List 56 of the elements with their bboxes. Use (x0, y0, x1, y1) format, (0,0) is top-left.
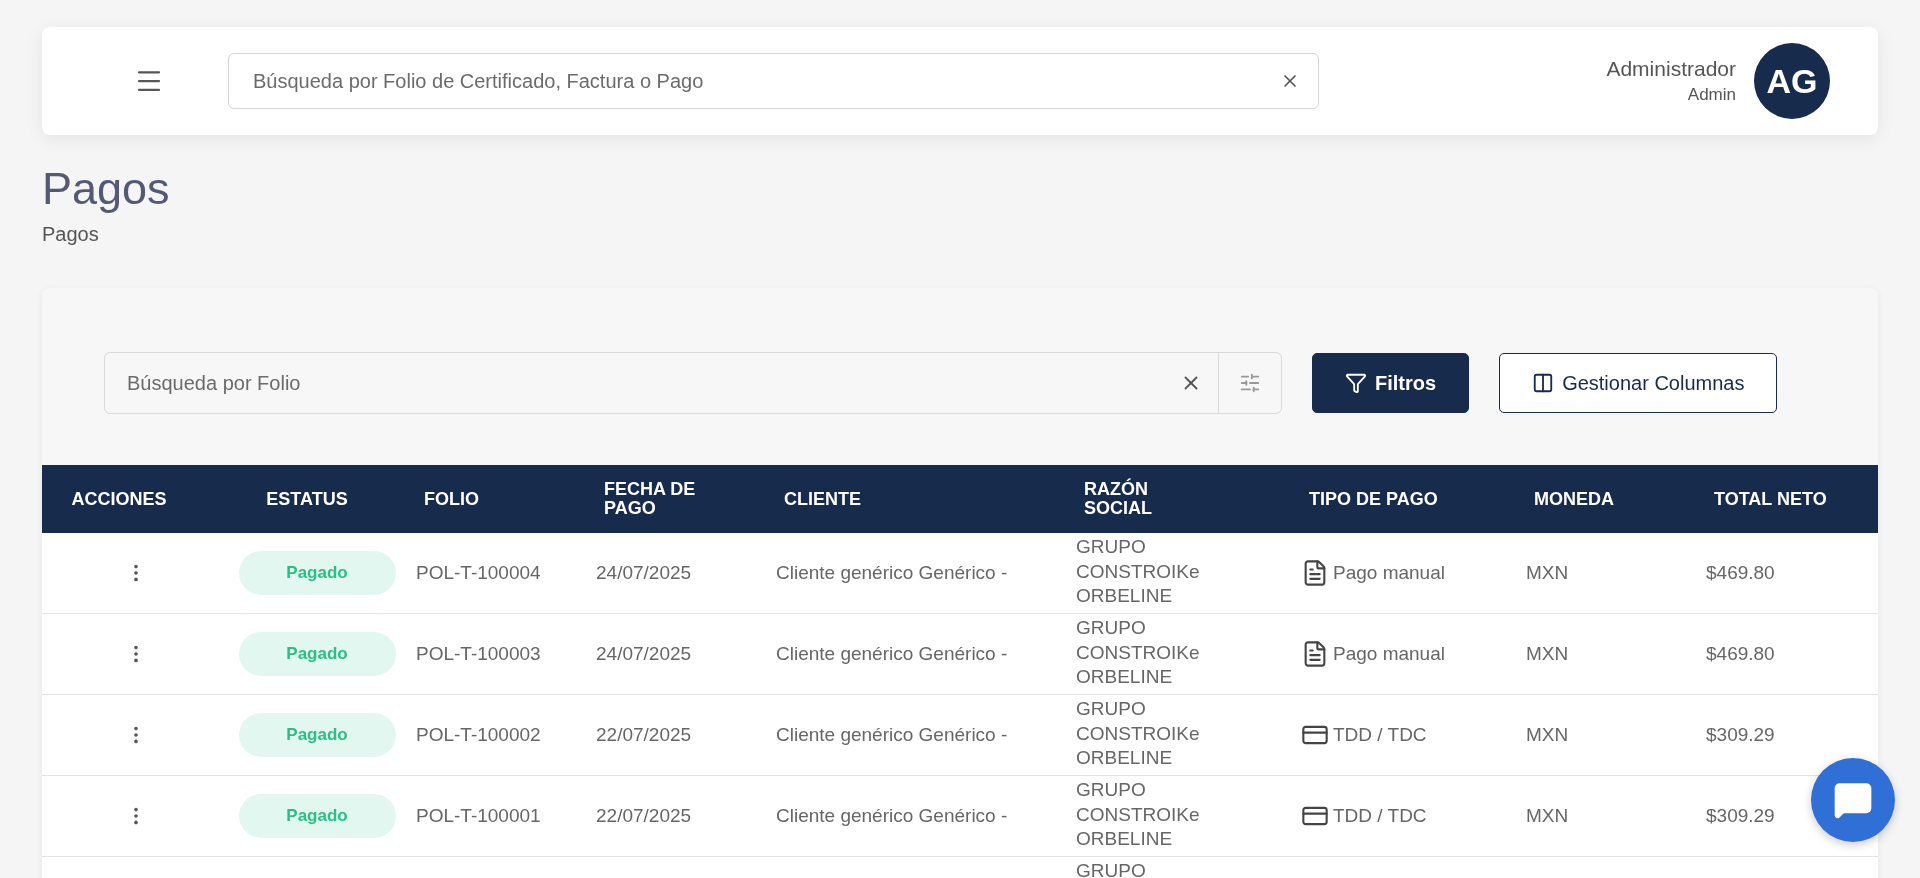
search-field[interactable]: Búsqueda por Folio (104, 352, 1282, 414)
columns-icon (1532, 372, 1555, 394)
table-cell-text: Cliente genérico Genérico - (775, 641, 1009, 666)
table-cell-text: POL-T-100002 (415, 722, 542, 747)
column-header: RAZÓN SOCIAL (1083, 480, 1153, 518)
column-header: ACCIONES (70, 489, 168, 509)
table-cell-text: MXN (1525, 641, 1570, 666)
table-cell-text: POL-T-100003 (415, 641, 542, 666)
breadcrumb[interactable]: Pagos (42, 223, 1878, 246)
table-cell: TDD / TDC (1333, 805, 1427, 827)
table-cell-text: $309.29 (1705, 722, 1776, 747)
table-cell-text: 24/07/2025 (595, 560, 693, 585)
table-cell: Pago manual (1333, 562, 1445, 584)
table-cell-text: $469.80 (1705, 560, 1776, 585)
table-cell-text: $309.29 (1705, 803, 1776, 828)
table-cell-text: POL-T-100004 (415, 560, 542, 585)
status-badge: Pagado (238, 713, 396, 757)
columns-button[interactable]: Gestionar Columnas (1499, 353, 1778, 413)
table-cell-text: 24/07/2025 (595, 641, 693, 666)
status-badge: Pagado (238, 632, 396, 676)
table-cell: Pago manual (1333, 643, 1445, 665)
user-role: Admin (1687, 85, 1736, 105)
column-header: TIPO DE PAGO (1308, 489, 1439, 509)
column-header: CLIENTE (783, 489, 862, 509)
column-header: TOTAL NETO (1713, 489, 1828, 509)
filter-button[interactable]: Filtros (1312, 353, 1470, 413)
table-cell-text: 22/07/2025 (595, 803, 693, 828)
column-header: FECHA DE PAGO (603, 480, 697, 518)
table-cell-text: GRUPO CONSTROIKe ORBELINE (1075, 778, 1201, 852)
search-field[interactable]: Búsqueda por Folio de Certificado, Factura o Pago (228, 53, 1319, 109)
table-cell-text: GRUPO CONSTROIKe ORBELINE (1075, 697, 1201, 771)
avatar[interactable]: AG (1754, 43, 1830, 119)
table-cell-text: GRUPO (1075, 859, 1147, 878)
status-badge: Pagado (238, 794, 396, 838)
column-header: FOLIO (423, 489, 480, 509)
filter-icon (1345, 372, 1367, 394)
table-cell: TDD / TDC (1333, 724, 1427, 746)
table-cell-text: MXN (1525, 722, 1570, 747)
table-cell-text: POL-T-100001 (415, 803, 542, 828)
table-cell-text: Cliente genérico Genérico - (775, 722, 1009, 747)
table-cell-text: MXN (1525, 803, 1570, 828)
table-cell-text: GRUPO CONSTROIKe ORBELINE (1075, 616, 1201, 690)
search-input[interactable]: Búsqueda por Folio de Certificado, Factura o Pago (251, 68, 1280, 94)
table-cell-text: MXN (1525, 560, 1570, 585)
page-title: Pagos (42, 163, 171, 215)
table-cell-text: GRUPO CONSTROIKe ORBELINE (1075, 535, 1201, 609)
table-cell-text: Cliente genérico Genérico - (775, 803, 1009, 828)
chat-bubble-icon (1833, 780, 1873, 820)
table-cell-text: $469.80 (1705, 641, 1776, 666)
status-badge: Pagado (238, 551, 396, 595)
column-header: MONEDA (1533, 489, 1615, 509)
table-cell-text: Cliente genérico Genérico - (775, 560, 1009, 585)
column-header: ESTATUS (265, 489, 349, 509)
table-cell-text: 22/07/2025 (595, 722, 693, 747)
search-input[interactable]: Búsqueda por Folio (125, 370, 1180, 396)
user-name: Administrador (1606, 57, 1736, 81)
